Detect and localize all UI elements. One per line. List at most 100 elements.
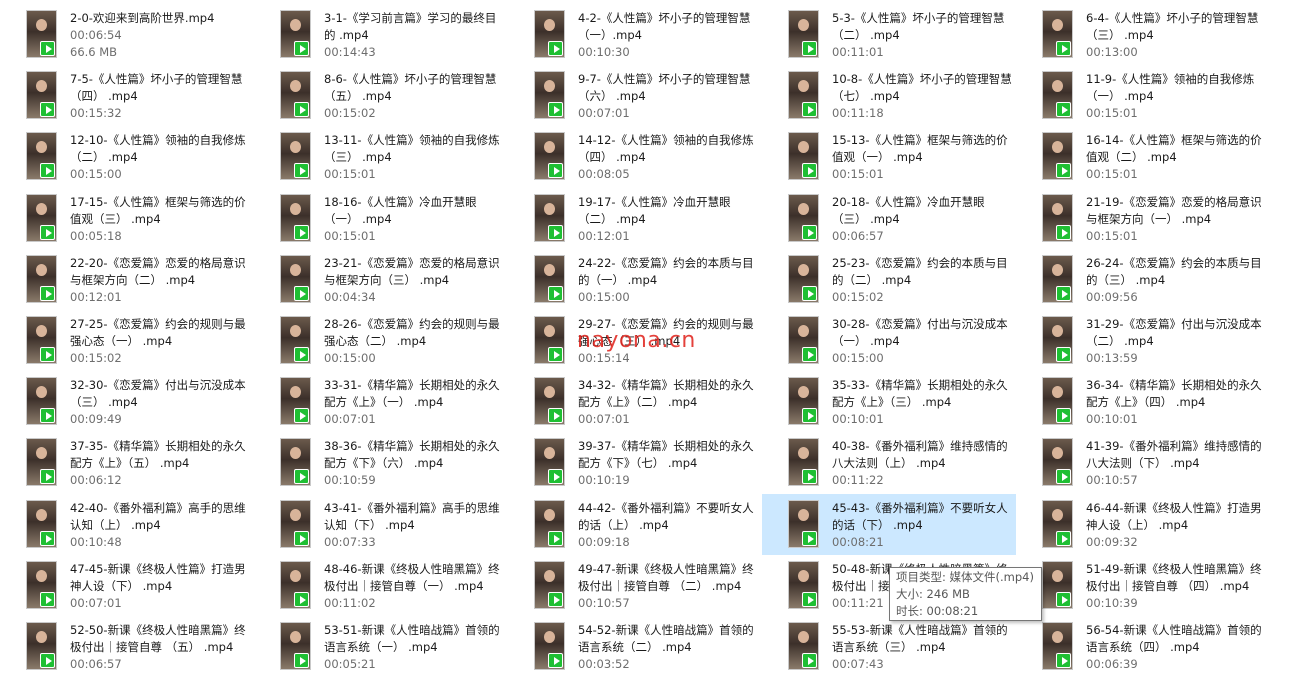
video-file-icon <box>1056 224 1071 240</box>
file-duration: 00:10:48 <box>70 534 122 549</box>
file-item[interactable]: 54-52-新课《人性暗战篇》首领的语言系统（二） .mp4 00:03:52 <box>508 616 762 677</box>
file-duration: 00:10:19 <box>578 473 630 488</box>
file-item[interactable]: 27-25-《恋爱篇》约会的规则与最强心态（一） .mp4 00:15:02 <box>0 310 254 371</box>
file-item[interactable]: 42-40-《番外福利篇》高手的思维认知（上） .mp4 00:10:48 <box>0 494 254 555</box>
file-duration: 00:15:01 <box>324 228 376 243</box>
file-item[interactable]: 13-11-《人性篇》领袖的自我修炼（三） .mp4 00:15:01 <box>254 126 508 187</box>
file-info-tooltip: 项目类型: 媒体文件(.mp4) 大小: 246 MB 时长: 00:08:21 <box>889 567 1042 621</box>
file-name: 41-39-《番外福利篇》维持感情的八大法则（下） .mp4 <box>1086 439 1262 471</box>
file-item[interactable]: 2-0-欢迎来到高阶世界.mp4 00:06:54 66.6 MB <box>0 4 254 65</box>
file-name: 15-13-《人性篇》框架与筛选的价值观（一） .mp4 <box>832 133 1008 165</box>
file-item[interactable]: 3-1-《学习前言篇》学习的最终目的 .mp4 00:14:43 <box>254 4 508 65</box>
file-item[interactable]: 31-29-《恋爱篇》付出与沉没成本（二） .mp4 00:13:59 <box>1016 310 1270 371</box>
file-item[interactable]: 5-3-《人性篇》坏小子的管理智慧（二） .mp4 00:11:01 <box>762 4 1016 65</box>
video-file-icon <box>802 224 817 240</box>
video-file-icon <box>1056 285 1071 301</box>
video-file-icon <box>294 285 309 301</box>
video-file-icon <box>40 469 55 485</box>
file-item[interactable]: 25-23-《恋爱篇》约会的本质与目的（二） .mp4 00:15:02 <box>762 249 1016 310</box>
video-file-icon <box>40 285 55 301</box>
video-file-icon <box>1056 41 1071 56</box>
file-item[interactable]: 47-45-新课《终极人性篇》打造男神人设（下） .mp4 00:07:01 <box>0 555 254 616</box>
video-file-icon <box>548 163 563 179</box>
file-item[interactable]: 28-26-《恋爱篇》约会的规则与最强心态（二） .mp4 00:15:00 <box>254 310 508 371</box>
file-name: 3-1-《学习前言篇》学习的最终目的 .mp4 <box>324 11 497 42</box>
file-item[interactable]: 40-38-《番外福利篇》维持感情的八大法则（上） .mp4 00:11:22 <box>762 432 1016 493</box>
file-item[interactable]: 44-42-《番外福利篇》不要听女人的话（上） .mp4 00:09:18 <box>508 494 762 555</box>
file-name: 24-22-《恋爱篇》约会的本质与目的（一） .mp4 <box>578 255 754 287</box>
video-file-icon <box>548 469 563 485</box>
file-item[interactable]: 35-33-《精华篇》长期相处的永久配方《上》（三） .mp4 00:10:01 <box>762 371 1016 432</box>
file-duration: 00:15:00 <box>70 167 122 182</box>
video-file-icon <box>294 163 309 179</box>
file-item[interactable]: 24-22-《恋爱篇》约会的本质与目的（一） .mp4 00:15:00 <box>508 249 762 310</box>
file-duration: 00:15:01 <box>1086 228 1138 243</box>
file-duration: 00:15:01 <box>1086 106 1138 121</box>
file-name: 42-40-《番外福利篇》高手的思维认知（上） .mp4 <box>70 500 246 532</box>
file-name: 11-9-《人性篇》领袖的自我修炼（一） .mp4 <box>1086 72 1255 104</box>
file-item[interactable]: 39-37-《精华篇》长期相处的永久配方《下》（七） .mp4 00:10:19 <box>508 432 762 493</box>
file-item[interactable]: 56-54-新课《人性暗战篇》首领的语言系统（四） .mp4 00:06:39 <box>1016 616 1270 677</box>
file-duration: 00:10:57 <box>578 595 630 610</box>
file-item[interactable]: 52-50-新课《终极人性暗黑篇》终极付出｜接管自尊 （五） .mp4 00:06… <box>0 616 254 677</box>
file-item[interactable]: 29-27-《恋爱篇》约会的规则与最强心态（三） .mp4 00:15:14 <box>508 310 762 371</box>
file-item[interactable]: 15-13-《人性篇》框架与筛选的价值观（一） .mp4 00:15:01 <box>762 126 1016 187</box>
file-item[interactable]: 14-12-《人性篇》领袖的自我修炼（四） .mp4 00:08:05 <box>508 126 762 187</box>
file-item[interactable]: 4-2-《人性篇》坏小子的管理智慧（一）.mp4 00:10:30 <box>508 4 762 65</box>
file-item[interactable]: 43-41-《番外福利篇》高手的思维认知（下） .mp4 00:07:33 <box>254 494 508 555</box>
file-item[interactable]: 20-18-《人性篇》冷血开慧眼（三） .mp4 00:06:57 <box>762 188 1016 249</box>
file-duration: 00:06:57 <box>70 656 122 671</box>
file-item[interactable]: 37-35-《精华篇》长期相处的永久配方《上》（五） .mp4 00:06:12 <box>0 432 254 493</box>
file-item[interactable]: 26-24-《恋爱篇》约会的本质与目的（三） .mp4 00:09:56 <box>1016 249 1270 310</box>
file-item[interactable]: 8-6-《人性篇》坏小子的管理智慧（五） .mp4 00:15:02 <box>254 65 508 126</box>
file-item[interactable]: 7-5-《人性篇》坏小子的管理智慧（四） .mp4 00:15:32 <box>0 65 254 126</box>
file-item[interactable]: 41-39-《番外福利篇》维持感情的八大法则（下） .mp4 00:10:57 <box>1016 432 1270 493</box>
file-item[interactable]: 19-17-《人性篇》冷血开慧眼（二） .mp4 00:12:01 <box>508 188 762 249</box>
file-item[interactable]: 49-47-新课《终极人性暗黑篇》终极付出｜接管自尊 （二） .mp4 00:10… <box>508 555 762 616</box>
video-file-icon <box>1056 408 1071 424</box>
file-item[interactable]: 6-4-《人性篇》坏小子的管理智慧（三） .mp4 00:13:00 <box>1016 4 1270 65</box>
file-name: 52-50-新课《终极人性暗黑篇》终极付出｜接管自尊 （五） .mp4 <box>70 622 246 654</box>
file-name: 19-17-《人性篇》冷血开慧眼（二） .mp4 <box>578 194 731 226</box>
file-item[interactable]: 34-32-《精华篇》长期相处的永久配方《上》（二） .mp4 00:07:01 <box>508 371 762 432</box>
file-duration: 00:09:56 <box>1086 289 1138 304</box>
file-item[interactable]: 16-14-《人性篇》框架与筛选的价值观（二） .mp4 00:15:01 <box>1016 126 1270 187</box>
video-file-icon <box>40 102 55 118</box>
file-item[interactable]: 33-31-《精华篇》长期相处的永久配方《上》（一） .mp4 00:07:01 <box>254 371 508 432</box>
file-item[interactable]: 36-34-《精华篇》长期相处的永久配方《上》（四） .mp4 00:10:01 <box>1016 371 1270 432</box>
file-duration: 00:15:00 <box>832 350 884 365</box>
file-name: 12-10-《人性篇》领袖的自我修炼（二） .mp4 <box>70 133 246 165</box>
file-item[interactable]: 21-19-《恋爱篇》恋爱的格局意识与框架方向（一） .mp4 00:15:01 <box>1016 188 1270 249</box>
video-file-icon <box>548 285 563 301</box>
file-item[interactable]: 18-16-《人性篇》冷血开慧眼（一） .mp4 00:15:01 <box>254 188 508 249</box>
video-file-icon <box>40 346 55 362</box>
file-item[interactable]: 23-21-《恋爱篇》恋爱的格局意识与框架方向（三） .mp4 00:04:34 <box>254 249 508 310</box>
file-item[interactable]: 17-15-《人性篇》框架与筛选的价值观（三） .mp4 00:05:18 <box>0 188 254 249</box>
file-item[interactable]: 30-28-《恋爱篇》付出与沉没成本（一） .mp4 00:15:00 <box>762 310 1016 371</box>
file-name: 14-12-《人性篇》领袖的自我修炼（四） .mp4 <box>578 133 754 165</box>
file-name: 28-26-《恋爱篇》约会的规则与最强心态（二） .mp4 <box>324 316 500 348</box>
file-item[interactable]: 11-9-《人性篇》领袖的自我修炼（一） .mp4 00:15:01 <box>1016 65 1270 126</box>
file-item[interactable]: 45-43-《番外福利篇》不要听女人的话（下） .mp4 00:08:21 <box>762 493 1016 555</box>
file-item[interactable]: 12-10-《人性篇》领袖的自我修炼（二） .mp4 00:15:00 <box>0 126 254 187</box>
tooltip-length: 时长: 00:08:21 <box>896 604 979 618</box>
file-duration: 00:11:22 <box>832 473 884 488</box>
file-name: 4-2-《人性篇》坏小子的管理智慧（一）.mp4 <box>578 11 751 42</box>
file-item[interactable]: 46-44-新课《终极人性篇》打造男神人设（上） .mp4 00:09:32 <box>1016 494 1270 555</box>
file-item[interactable]: 10-8-《人性篇》坏小子的管理智慧（七） .mp4 00:11:18 <box>762 65 1016 126</box>
file-item[interactable]: 48-46-新课《终极人性暗黑篇》终极付出｜接管自尊（一） .mp4 00:11:… <box>254 555 508 616</box>
file-item[interactable]: 51-49-新课《终极人性暗黑篇》终极付出｜接管自尊 （四） .mp4 00:10… <box>1016 555 1270 616</box>
file-item[interactable]: 55-53-新课《人性暗战篇》首领的语言系统（三） .mp4 00:07:43 <box>762 616 1016 677</box>
file-item[interactable]: 53-51-新课《人性暗战篇》首领的语言系统（一） .mp4 00:05:21 <box>254 616 508 677</box>
file-duration: 00:15:32 <box>70 106 122 121</box>
video-file-icon <box>802 591 817 607</box>
file-duration: 00:15:01 <box>324 167 376 182</box>
file-item[interactable]: 32-30-《恋爱篇》付出与沉没成本（三） .mp4 00:09:49 <box>0 371 254 432</box>
file-duration: 00:07:33 <box>324 534 376 549</box>
file-item[interactable]: 22-20-《恋爱篇》恋爱的格局意识与框架方向（二） .mp4 00:12:01 <box>0 249 254 310</box>
file-duration: 00:07:43 <box>832 656 884 671</box>
file-item[interactable]: 38-36-《精华篇》长期相处的永久配方《下》（六） .mp4 00:10:59 <box>254 432 508 493</box>
file-item[interactable]: 9-7-《人性篇》坏小子的管理智慧（六） .mp4 00:07:01 <box>508 65 762 126</box>
file-duration: 00:10:59 <box>324 473 376 488</box>
file-duration: 00:09:18 <box>578 534 630 549</box>
